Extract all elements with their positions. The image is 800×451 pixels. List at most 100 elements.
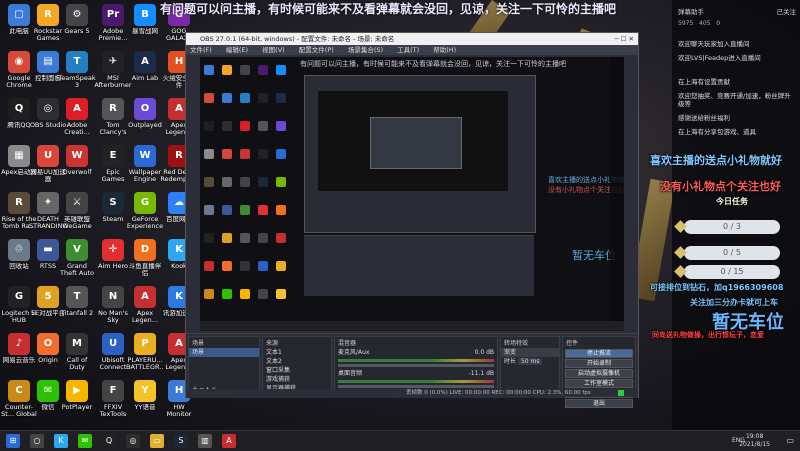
exit-button[interactable]: 退出 xyxy=(565,399,633,408)
desktop-icon[interactable]: M Call of Duty Modern... xyxy=(58,331,96,375)
source-item[interactable]: 文本1 xyxy=(263,348,331,357)
desktop-icon[interactable]: Y YY语音 xyxy=(126,378,164,422)
preview-icon xyxy=(240,289,250,299)
chat-follow-status[interactable]: 已关注 xyxy=(777,6,797,16)
monitor-icon[interactable]: ▥ xyxy=(198,434,212,448)
volume-slider[interactable] xyxy=(338,385,494,388)
menu-profile[interactable]: 配置文件(P) xyxy=(299,46,334,54)
desktop-icon[interactable]: B 暴雪战网 xyxy=(126,2,164,46)
obs-titlebar[interactable]: OBS 27.0.1 (64-bit, windows) - 配置文件: 未命名… xyxy=(186,33,638,45)
rtss-icon: ▬ xyxy=(37,239,59,261)
desktop-icon-label: YY语音 xyxy=(134,404,156,411)
preview-icon xyxy=(204,149,214,159)
menu-tools[interactable]: 工具(T) xyxy=(397,46,419,54)
titanfall-2-icon: T xyxy=(66,286,88,308)
virtual-camera-button[interactable]: 启动虚拟摄像机 xyxy=(565,369,633,378)
desktop-icon[interactable]: ⚔ 英雄联盟WeGame xyxy=(58,190,96,234)
window-controls[interactable]: ─ ☐ ✕ xyxy=(615,33,634,45)
wechat-icon[interactable]: ✉ xyxy=(78,434,92,448)
task-progress: 0 / 15 xyxy=(684,265,780,279)
grand-theft-auto-v-icon: V xyxy=(66,239,88,261)
steam-icon[interactable]: S xyxy=(174,434,188,448)
task-title: 今日任务 xyxy=(716,197,748,206)
preview-icon xyxy=(258,289,268,299)
overwolf-icon: W xyxy=(66,145,88,167)
scene-item[interactable]: 场景 xyxy=(189,348,259,357)
preview-icon xyxy=(222,149,232,159)
kook-icon[interactable]: K xyxy=(54,434,68,448)
preview-taskbar xyxy=(200,321,624,331)
preview-icon xyxy=(204,93,214,103)
menu-scene-collection[interactable]: 场景集合(S) xyxy=(348,46,383,54)
desktop-icon[interactable]: ⚙ Gears 5 xyxy=(58,2,96,46)
desktop-icon[interactable]: T Titanfall 2 xyxy=(58,284,96,328)
obs-icon[interactable]: ◎ xyxy=(126,434,140,448)
desktop-icon-label: TeamSpeak 3 xyxy=(58,75,96,89)
preview-nested-inner xyxy=(370,117,462,169)
qq-icon[interactable]: Q xyxy=(102,434,116,448)
scenes-dock: 场景 场景 ＋ ─ ∧ ∨ xyxy=(188,336,260,396)
mixer-track-name: 桌面音频 xyxy=(338,370,363,377)
taskbar-clock[interactable]: 19:08 2021/8/15 xyxy=(739,433,770,449)
notification-icon[interactable]: ▭ xyxy=(786,436,794,445)
apex-icon[interactable]: A xyxy=(222,434,236,448)
mixer-track-db: 0.0 dB xyxy=(474,349,494,356)
volume-slider[interactable] xyxy=(338,364,494,367)
folder-icon[interactable]: ▭ xyxy=(150,434,164,448)
desktop-icon-label: PLAYERU... BATTLEGR... xyxy=(126,357,164,371)
preview-icon xyxy=(222,65,232,75)
msi-afterburner-icon: ✈ xyxy=(102,51,124,73)
stop-streaming-button[interactable]: 停止推流 xyxy=(565,349,633,358)
preview-icon xyxy=(222,177,232,187)
search-icon[interactable]: ○ xyxy=(30,434,44,448)
start-icon[interactable]: ⊞ xyxy=(6,434,20,448)
adobe-premie-icon: Pr xyxy=(102,4,124,26)
app-icon: ♪ xyxy=(8,333,30,355)
desktop-icon[interactable]: A Apex Legen... xyxy=(126,284,164,328)
menu-help[interactable]: 帮助(H) xyxy=(433,46,456,54)
duration-input[interactable]: 50 ms xyxy=(517,358,543,365)
desktop-icon-label: Overwolf xyxy=(62,169,92,176)
desktop-icon[interactable]: V Grand Theft Auto V xyxy=(58,237,96,281)
window-title: OBS 27.0.1 (64-bit, windows) - 配置文件: 未命名… xyxy=(200,35,395,43)
menu-edit[interactable]: 编辑(E) xyxy=(226,46,248,54)
menu-file[interactable]: 文件(F) xyxy=(190,46,212,54)
desktop-icon-label: Gears 5 xyxy=(64,28,90,35)
preview-icon xyxy=(204,205,214,215)
desktop-icon[interactable]: ▶ PotPlayer xyxy=(58,378,96,422)
preview-icon xyxy=(222,93,232,103)
desktop-icon[interactable]: A Aim Lab xyxy=(126,49,164,93)
menu-view[interactable]: 视图(V) xyxy=(262,46,285,54)
desktop-icon[interactable]: W Overwolf xyxy=(58,143,96,187)
counter-st-global-off-icon: C xyxy=(8,380,30,402)
source-item[interactable]: 文本2 xyxy=(263,357,331,366)
desktop-icon[interactable]: D 斗鱼直播伴侣 xyxy=(126,237,164,281)
desktop-icon[interactable]: W Wallpaper Engine xyxy=(126,143,164,187)
desktop-icon[interactable]: G GeForce Experience xyxy=(126,190,164,234)
desktop-icon-label: Call of Duty Modern... xyxy=(62,357,93,371)
desktop-icon[interactable]: P PLAYERU... BATTLEGR... xyxy=(126,331,164,375)
preview-icon xyxy=(222,261,232,271)
preview-icon xyxy=(204,65,214,75)
source-item[interactable]: 游戏捕获 xyxy=(263,375,331,384)
start-recording-button[interactable]: 开始录制 xyxy=(565,359,633,368)
obs-window[interactable]: OBS 27.0.1 (64-bit, windows) - 配置文件: 未命名… xyxy=(185,32,639,408)
obs-preview[interactable]: 有问题可以问主播，有时候可能来不及看弹幕就会没回，见谅，关注一下可怜的主播吧 喜… xyxy=(200,57,624,331)
transition-select[interactable]: 渐变 xyxy=(501,348,559,357)
apex-legen-icon: A xyxy=(134,286,156,308)
preview-icon xyxy=(204,289,214,299)
call-of-duty-modern-icon: M xyxy=(66,333,88,355)
preview-icon xyxy=(276,93,286,103)
desktop-icon[interactable]: A Adobe Creati... xyxy=(58,96,96,140)
desktop-icon-label: PotPlayer xyxy=(61,404,93,411)
mixer-track-desktop: 桌面音频 -11.1 dB xyxy=(335,369,497,378)
source-item[interactable]: 窗口采集 xyxy=(263,366,331,375)
preview-icon xyxy=(258,261,268,271)
studio-mode-button[interactable]: 工作室模式 xyxy=(565,379,633,388)
desktop-icon[interactable]: T TeamSpeak 3 xyxy=(58,49,96,93)
app-icon: ▢ xyxy=(8,4,30,26)
mixer-dock: 混音器 麦克风/Aux 0.0 dB 桌面音频 -11.1 dB xyxy=(334,336,498,396)
taskbar: ⊞ ○ K ✉ Q ◎ ▭ S ▥ A ENG 19:08 2021/8/15 ▭ xyxy=(0,430,800,451)
desktop-icon[interactable]: O Outplayed xyxy=(126,96,164,140)
preview-icon xyxy=(240,233,250,243)
